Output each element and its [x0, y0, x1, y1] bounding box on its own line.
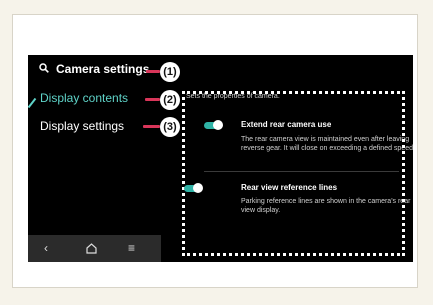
toggle-knob — [193, 183, 203, 193]
back-icon[interactable]: ‹ — [44, 241, 48, 255]
callout-pointer — [145, 98, 160, 101]
bottom-navbar: ‹ ≡ — [28, 235, 161, 262]
callout-pointer — [146, 70, 160, 73]
toggle-extend-rear-camera[interactable] — [204, 120, 223, 130]
callout-pointer — [143, 125, 160, 128]
menu-item-display-contents[interactable]: Display contents — [40, 91, 128, 105]
callout-1: (1) — [160, 62, 180, 82]
page-title: Camera settings — [56, 62, 150, 76]
callout-2: (2) — [160, 90, 180, 110]
toggle-knob — [213, 120, 223, 130]
callout-3: (3) — [160, 117, 180, 137]
active-indicator-icon — [28, 98, 37, 108]
highlight-region — [182, 91, 405, 256]
home-icon[interactable] — [86, 243, 97, 254]
camera-settings-screen: Camera settings Display contents Display… — [28, 55, 413, 262]
menu-icon[interactable]: ≡ — [128, 241, 135, 255]
toggle-rear-view-reference-lines[interactable] — [184, 183, 203, 193]
search-icon[interactable] — [39, 63, 49, 73]
menu-item-display-settings[interactable]: Display settings — [40, 119, 124, 133]
